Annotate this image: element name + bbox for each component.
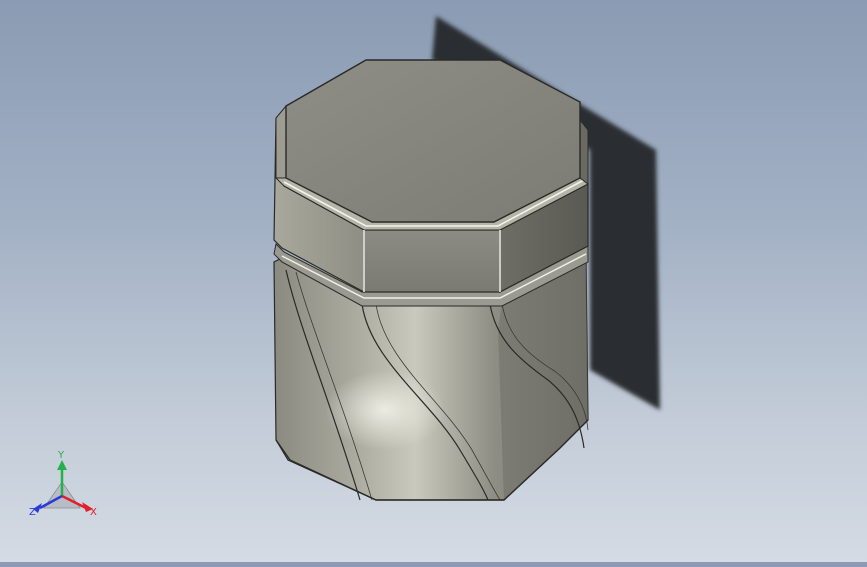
- model-view[interactable]: Y X Z: [0, 0, 867, 562]
- coordinate-triad[interactable]: Y X Z: [29, 450, 97, 518]
- z-axis-label: Z: [29, 507, 36, 518]
- lid-top-face[interactable]: [285, 59, 581, 223]
- graphics-viewport[interactable]: Y X Z: [0, 0, 867, 562]
- y-axis-arrow-icon: [57, 460, 67, 470]
- lid[interactable]: [273, 59, 589, 294]
- x-axis-label: X: [90, 507, 97, 518]
- y-axis-label: Y: [57, 450, 65, 461]
